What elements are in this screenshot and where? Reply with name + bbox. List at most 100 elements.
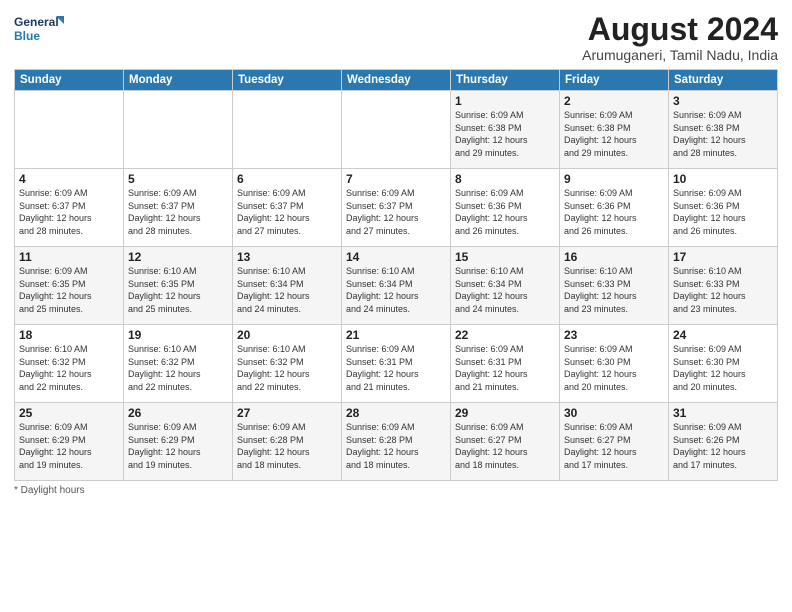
day-info: Sunrise: 6:09 AM Sunset: 6:31 PM Dayligh… bbox=[455, 343, 555, 393]
calendar-cell: 14Sunrise: 6:10 AM Sunset: 6:34 PM Dayli… bbox=[342, 247, 451, 325]
day-info: Sunrise: 6:10 AM Sunset: 6:34 PM Dayligh… bbox=[346, 265, 446, 315]
subtitle: Arumuganeri, Tamil Nadu, India bbox=[582, 47, 778, 63]
calendar-cell bbox=[124, 91, 233, 169]
day-info: Sunrise: 6:09 AM Sunset: 6:38 PM Dayligh… bbox=[673, 109, 773, 159]
day-info: Sunrise: 6:09 AM Sunset: 6:27 PM Dayligh… bbox=[564, 421, 664, 471]
day-number: 22 bbox=[455, 328, 555, 342]
day-number: 26 bbox=[128, 406, 228, 420]
calendar-cell: 10Sunrise: 6:09 AM Sunset: 6:36 PM Dayli… bbox=[669, 169, 778, 247]
day-info: Sunrise: 6:10 AM Sunset: 6:32 PM Dayligh… bbox=[19, 343, 119, 393]
day-info: Sunrise: 6:09 AM Sunset: 6:27 PM Dayligh… bbox=[455, 421, 555, 471]
calendar-cell: 9Sunrise: 6:09 AM Sunset: 6:36 PM Daylig… bbox=[560, 169, 669, 247]
day-info: Sunrise: 6:09 AM Sunset: 6:28 PM Dayligh… bbox=[346, 421, 446, 471]
main-title: August 2024 bbox=[582, 12, 778, 47]
calendar-cell: 8Sunrise: 6:09 AM Sunset: 6:36 PM Daylig… bbox=[451, 169, 560, 247]
day-number: 21 bbox=[346, 328, 446, 342]
day-number: 3 bbox=[673, 94, 773, 108]
day-number: 18 bbox=[19, 328, 119, 342]
day-number: 9 bbox=[564, 172, 664, 186]
calendar-cell bbox=[233, 91, 342, 169]
day-number: 19 bbox=[128, 328, 228, 342]
col-header-friday: Friday bbox=[560, 70, 669, 91]
calendar-header-row: SundayMondayTuesdayWednesdayThursdayFrid… bbox=[15, 70, 778, 91]
col-header-saturday: Saturday bbox=[669, 70, 778, 91]
day-info: Sunrise: 6:09 AM Sunset: 6:30 PM Dayligh… bbox=[673, 343, 773, 393]
day-info: Sunrise: 6:10 AM Sunset: 6:32 PM Dayligh… bbox=[237, 343, 337, 393]
logo: General Blue bbox=[14, 12, 64, 48]
day-number: 4 bbox=[19, 172, 119, 186]
calendar-cell: 19Sunrise: 6:10 AM Sunset: 6:32 PM Dayli… bbox=[124, 325, 233, 403]
svg-text:Blue: Blue bbox=[14, 29, 40, 43]
day-number: 30 bbox=[564, 406, 664, 420]
day-info: Sunrise: 6:09 AM Sunset: 6:38 PM Dayligh… bbox=[564, 109, 664, 159]
day-number: 6 bbox=[237, 172, 337, 186]
day-info: Sunrise: 6:09 AM Sunset: 6:37 PM Dayligh… bbox=[346, 187, 446, 237]
day-number: 28 bbox=[346, 406, 446, 420]
day-number: 16 bbox=[564, 250, 664, 264]
day-number: 17 bbox=[673, 250, 773, 264]
day-info: Sunrise: 6:09 AM Sunset: 6:36 PM Dayligh… bbox=[673, 187, 773, 237]
day-info: Sunrise: 6:09 AM Sunset: 6:31 PM Dayligh… bbox=[346, 343, 446, 393]
day-info: Sunrise: 6:10 AM Sunset: 6:32 PM Dayligh… bbox=[128, 343, 228, 393]
calendar-week-row: 18Sunrise: 6:10 AM Sunset: 6:32 PM Dayli… bbox=[15, 325, 778, 403]
col-header-wednesday: Wednesday bbox=[342, 70, 451, 91]
calendar-cell: 6Sunrise: 6:09 AM Sunset: 6:37 PM Daylig… bbox=[233, 169, 342, 247]
day-info: Sunrise: 6:09 AM Sunset: 6:36 PM Dayligh… bbox=[564, 187, 664, 237]
calendar-cell: 23Sunrise: 6:09 AM Sunset: 6:30 PM Dayli… bbox=[560, 325, 669, 403]
day-number: 11 bbox=[19, 250, 119, 264]
calendar-cell: 7Sunrise: 6:09 AM Sunset: 6:37 PM Daylig… bbox=[342, 169, 451, 247]
calendar-cell: 28Sunrise: 6:09 AM Sunset: 6:28 PM Dayli… bbox=[342, 403, 451, 481]
day-info: Sunrise: 6:10 AM Sunset: 6:34 PM Dayligh… bbox=[237, 265, 337, 315]
calendar-cell: 17Sunrise: 6:10 AM Sunset: 6:33 PM Dayli… bbox=[669, 247, 778, 325]
calendar-cell: 3Sunrise: 6:09 AM Sunset: 6:38 PM Daylig… bbox=[669, 91, 778, 169]
day-info: Sunrise: 6:09 AM Sunset: 6:37 PM Dayligh… bbox=[128, 187, 228, 237]
calendar-cell: 29Sunrise: 6:09 AM Sunset: 6:27 PM Dayli… bbox=[451, 403, 560, 481]
calendar-cell: 24Sunrise: 6:09 AM Sunset: 6:30 PM Dayli… bbox=[669, 325, 778, 403]
calendar-cell: 30Sunrise: 6:09 AM Sunset: 6:27 PM Dayli… bbox=[560, 403, 669, 481]
calendar-cell: 16Sunrise: 6:10 AM Sunset: 6:33 PM Dayli… bbox=[560, 247, 669, 325]
calendar-cell: 26Sunrise: 6:09 AM Sunset: 6:29 PM Dayli… bbox=[124, 403, 233, 481]
title-block: August 2024 Arumuganeri, Tamil Nadu, Ind… bbox=[582, 12, 778, 63]
calendar-week-row: 25 Sunrise: 6:09 AM Sunset: 6:29 PM Dayli… bbox=[15, 403, 778, 481]
day-info: Sunrise: 6:10 AM Sunset: 6:35 PM Dayligh… bbox=[128, 265, 228, 315]
calendar-cell: 5Sunrise: 6:09 AM Sunset: 6:37 PM Daylig… bbox=[124, 169, 233, 247]
day-number: 14 bbox=[346, 250, 446, 264]
day-info: Sunrise: 6:09 AM Sunset: 6:37 PM Dayligh… bbox=[237, 187, 337, 237]
calendar-cell: 18Sunrise: 6:10 AM Sunset: 6:32 PM Dayli… bbox=[15, 325, 124, 403]
calendar-cell: 11Sunrise: 6:09 AM Sunset: 6:35 PM Dayli… bbox=[15, 247, 124, 325]
calendar-cell: 2Sunrise: 6:09 AM Sunset: 6:38 PM Daylig… bbox=[560, 91, 669, 169]
day-number: 15 bbox=[455, 250, 555, 264]
day-number: 12 bbox=[128, 250, 228, 264]
logo-svg: General Blue bbox=[14, 12, 64, 48]
header: General Blue August 2024 Arumuganeri, Ta… bbox=[14, 12, 778, 63]
calendar-table: SundayMondayTuesdayWednesdayThursdayFrid… bbox=[14, 69, 778, 481]
day-info: Sunrise: 6:09 AM Sunset: 6:28 PM Dayligh… bbox=[237, 421, 337, 471]
day-number: 24 bbox=[673, 328, 773, 342]
day-info: Sunrise: 6:09 AM Sunset: 6:35 PM Dayligh… bbox=[19, 265, 119, 315]
day-info: Sunrise: 6:10 AM Sunset: 6:34 PM Dayligh… bbox=[455, 265, 555, 315]
day-number: 8 bbox=[455, 172, 555, 186]
calendar-week-row: 4 Sunrise: 6:09 AM Sunset: 6:37 PM Daylig… bbox=[15, 169, 778, 247]
day-number: 1 bbox=[455, 94, 555, 108]
calendar-cell: 21Sunrise: 6:09 AM Sunset: 6:31 PM Dayli… bbox=[342, 325, 451, 403]
day-info: Sunrise: 6:09 AM Sunset: 6:36 PM Dayligh… bbox=[455, 187, 555, 237]
day-number: 13 bbox=[237, 250, 337, 264]
calendar-cell: 12Sunrise: 6:10 AM Sunset: 6:35 PM Dayli… bbox=[124, 247, 233, 325]
day-number: 5 bbox=[128, 172, 228, 186]
calendar-cell: 20Sunrise: 6:10 AM Sunset: 6:32 PM Dayli… bbox=[233, 325, 342, 403]
day-number: 20 bbox=[237, 328, 337, 342]
day-number: 25 bbox=[19, 406, 119, 420]
day-info: Sunrise: 6:09 AM Sunset: 6:30 PM Dayligh… bbox=[564, 343, 664, 393]
col-header-monday: Monday bbox=[124, 70, 233, 91]
calendar-cell: 4Sunrise: 6:09 AM Sunset: 6:37 PM Daylig… bbox=[15, 169, 124, 247]
calendar-cell: 1Sunrise: 6:09 AM Sunset: 6:38 PM Daylig… bbox=[451, 91, 560, 169]
calendar-cell: 13Sunrise: 6:10 AM Sunset: 6:34 PM Dayli… bbox=[233, 247, 342, 325]
day-number: 27 bbox=[237, 406, 337, 420]
day-info: Sunrise: 6:09 AM Sunset: 6:29 PM Dayligh… bbox=[128, 421, 228, 471]
calendar-cell: 31Sunrise: 6:09 AM Sunset: 6:26 PM Dayli… bbox=[669, 403, 778, 481]
day-number: 10 bbox=[673, 172, 773, 186]
calendar-cell: 15Sunrise: 6:10 AM Sunset: 6:34 PM Dayli… bbox=[451, 247, 560, 325]
calendar-cell: 22Sunrise: 6:09 AM Sunset: 6:31 PM Dayli… bbox=[451, 325, 560, 403]
day-info: Sunrise: 6:09 AM Sunset: 6:38 PM Dayligh… bbox=[455, 109, 555, 159]
svg-text:General: General bbox=[14, 15, 59, 29]
